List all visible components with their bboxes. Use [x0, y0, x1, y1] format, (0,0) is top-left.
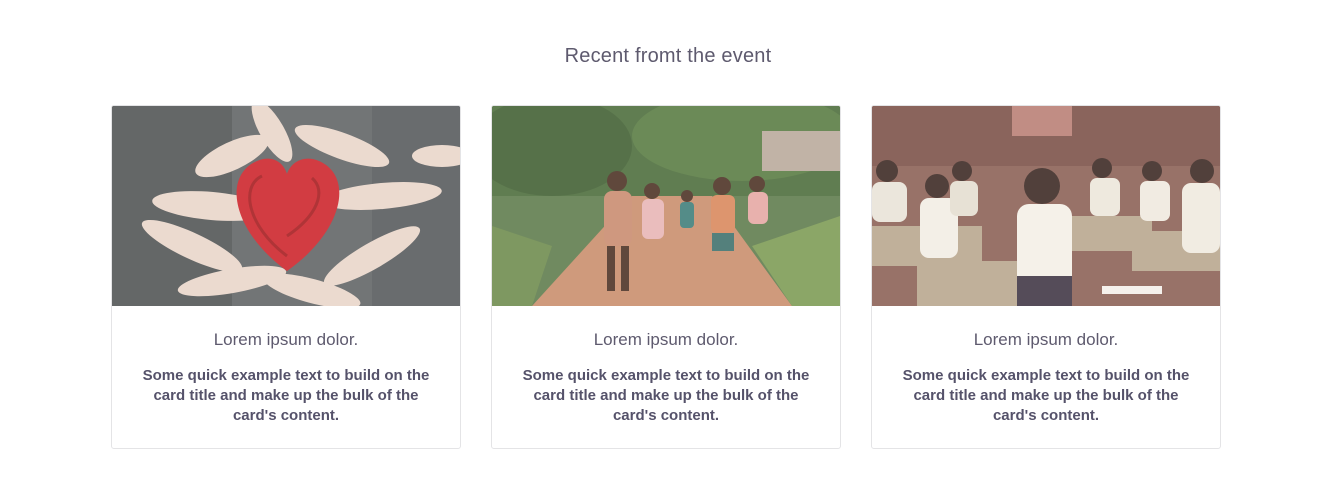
card-body: Lorem ipsum dolor. Some quick example te… — [112, 306, 460, 426]
card-deck: Lorem ipsum dolor. Some quick example te… — [111, 105, 1221, 449]
card-image-children-running — [492, 106, 840, 306]
card-image-hands-heart — [112, 106, 460, 306]
card-title: Lorem ipsum dolor. — [973, 330, 1119, 349]
event-card: Lorem ipsum dolor. Some quick example te… — [491, 105, 841, 449]
card-body: Lorem ipsum dolor. Some quick example te… — [492, 306, 840, 426]
recent-event-section: Recent fromt the event Lorem ipsum dolor… — [0, 0, 1336, 499]
event-card: Lorem ipsum dolor. Some quick example te… — [111, 105, 461, 449]
card-text: Some quick example text to build on the … — [522, 367, 810, 424]
card-image-classroom — [872, 106, 1220, 306]
card-text: Some quick example text to build on the … — [902, 367, 1190, 424]
card-body: Lorem ipsum dolor. Some quick example te… — [872, 306, 1220, 426]
card-title: Lorem ipsum dolor. — [593, 330, 739, 349]
card-text: Some quick example text to build on the … — [142, 367, 430, 424]
card-title: Lorem ipsum dolor. — [213, 330, 359, 349]
section-title: Recent fromt the event — [564, 45, 772, 67]
event-card: Lorem ipsum dolor. Some quick example te… — [871, 105, 1221, 449]
